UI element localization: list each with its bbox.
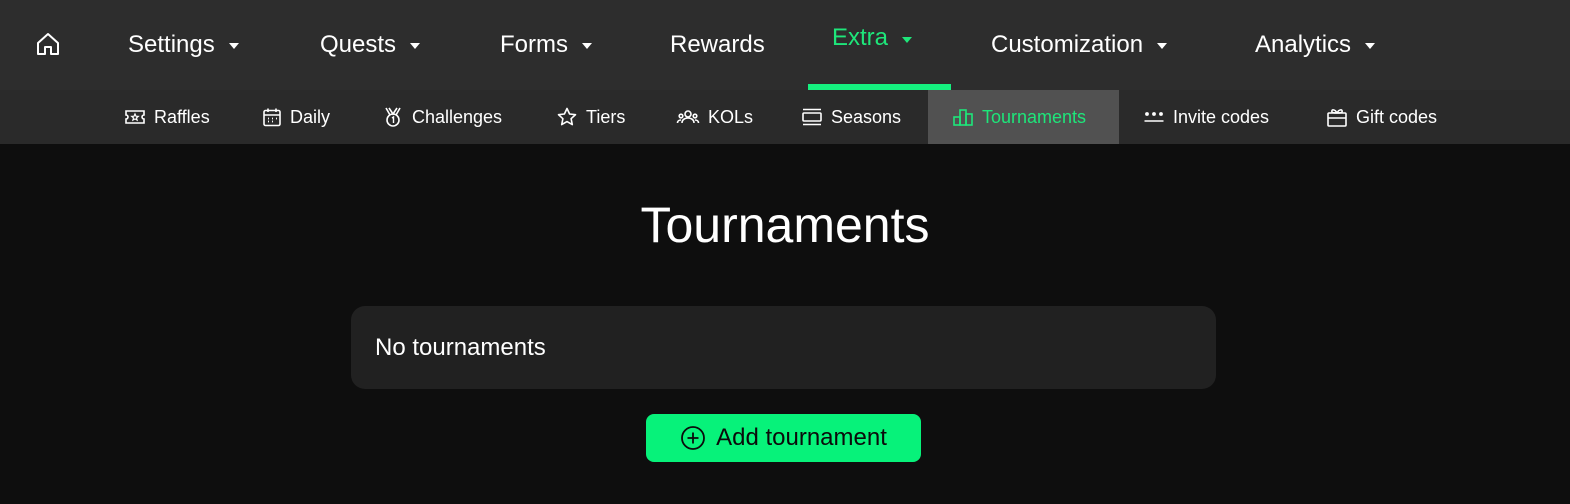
nav-forms[interactable]: Forms [500, 0, 592, 90]
users-icon [676, 110, 700, 124]
chevron-down-icon [1365, 43, 1376, 49]
subnav-item-challenges[interactable]: Challenges [382, 90, 502, 144]
chevron-down-icon [1157, 43, 1168, 49]
gift-icon [1327, 109, 1347, 127]
subnav-item-invite-codes[interactable]: Invite codes [1143, 90, 1269, 144]
nav-settings-label: Settings [128, 31, 215, 58]
nav-customization-label: Customization [991, 31, 1144, 58]
subnav-item-kols[interactable]: KOLs [676, 90, 753, 144]
home-button[interactable] [30, 26, 66, 62]
subnav-gift-codes-label: Gift codes [1356, 106, 1438, 127]
nav-extra[interactable]: Extra [808, 0, 951, 90]
top-nav: Settings Quests Forms Rewards Extra Cust… [0, 0, 1570, 90]
subnav-invite-codes-label: Invite codes [1173, 106, 1270, 127]
subnav-item-tiers[interactable]: Tiers [556, 90, 625, 144]
asterisks-icon [1144, 112, 1164, 122]
nav-settings[interactable]: Settings [128, 0, 239, 90]
add-tournament-label: Add tournament [716, 424, 887, 451]
podium-icon [953, 109, 973, 126]
subnav-item-daily[interactable]: Daily [262, 90, 330, 144]
subnav-item-raffles[interactable]: Raffles [124, 90, 210, 144]
subnav-item-gift-codes[interactable]: Gift codes [1326, 90, 1437, 144]
subnav-tiers-label: Tiers [586, 106, 626, 127]
nav-quests-label: Quests [320, 31, 397, 58]
nav-rewards-label: Rewards [670, 31, 765, 58]
subnav-daily-label: Daily [290, 106, 331, 127]
nav-analytics-label: Analytics [1255, 31, 1352, 58]
chevron-down-icon [902, 37, 913, 43]
nav-rewards[interactable]: Rewards [670, 0, 765, 90]
nav-analytics[interactable]: Analytics [1255, 0, 1376, 90]
subnav-tournaments-label: Tournaments [982, 106, 1087, 127]
empty-state-text: No tournaments [375, 333, 546, 361]
subnav-seasons-label: Seasons [831, 106, 902, 127]
sub-nav: Raffles Daily Challenges Tiers KOLs Seas… [0, 90, 1570, 144]
nav-extra-label: Extra [832, 24, 889, 51]
star-icon [557, 107, 577, 126]
calendar-icon [263, 108, 281, 127]
subnav-item-tournaments[interactable]: Tournaments [928, 90, 1119, 144]
nav-quests[interactable]: Quests [320, 0, 421, 90]
chevron-down-icon [582, 43, 592, 49]
nav-customization[interactable]: Customization [991, 0, 1168, 90]
home-icon [37, 33, 59, 55]
empty-state-card: No tournaments [351, 306, 1216, 389]
medal-icon [385, 107, 401, 127]
chevron-down-icon [410, 43, 421, 49]
add-tournament-button[interactable]: Add tournament [646, 414, 921, 462]
chevron-down-icon [228, 43, 239, 49]
subnav-challenges-label: Challenges [412, 106, 503, 127]
subnav-item-seasons[interactable]: Seasons [801, 90, 901, 144]
nav-forms-label: Forms [500, 31, 568, 58]
seasons-icon [802, 108, 822, 126]
ticket-icon [125, 110, 145, 124]
subnav-kols-label: KOLs [708, 106, 754, 127]
subnav-raffles-label: Raffles [154, 106, 210, 127]
page-title: Tournaments [640, 197, 930, 253]
plus-circle-icon [681, 426, 706, 450]
